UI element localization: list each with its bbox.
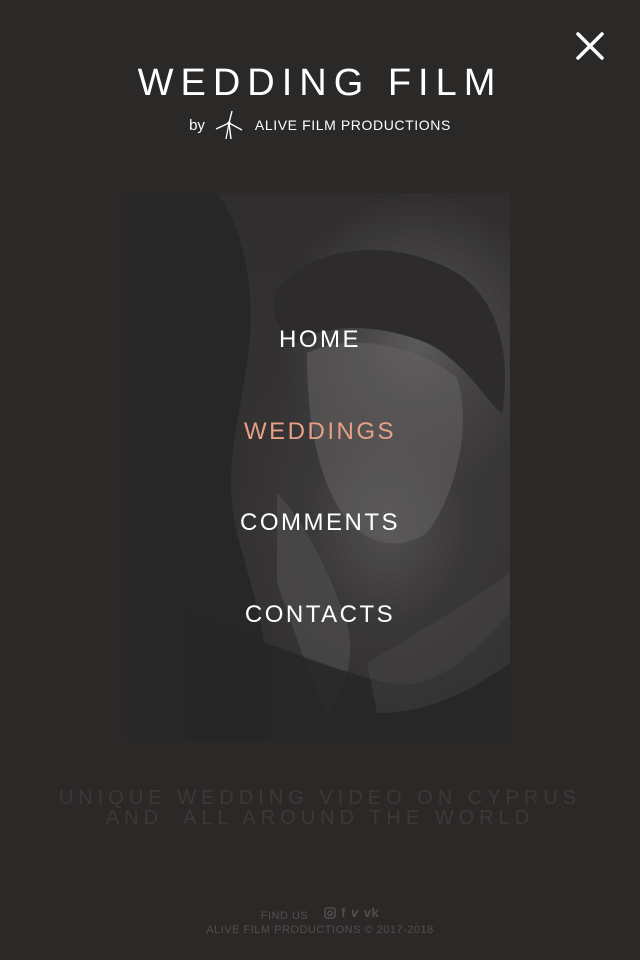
vk-icon[interactable]: vk (364, 906, 379, 920)
instagram-icon[interactable] (324, 907, 337, 919)
photo-dim-overlay (127, 193, 510, 742)
menu-item-contacts[interactable]: CONTACTS (0, 601, 640, 629)
menu-item-comments[interactable]: COMMENTS (0, 509, 640, 537)
social-links: f v vk (324, 906, 379, 920)
windmill-logo-icon (215, 110, 243, 140)
tagline: UNIQUE WEDDING VIDEO ON CYPRUS AND ALL A… (0, 788, 640, 828)
close-icon (576, 32, 604, 60)
vimeo-icon[interactable]: v (351, 906, 359, 920)
find-us-label: FIND US (260, 910, 309, 922)
tagline-line-2: AND ALL AROUND THE WORLD (105, 807, 535, 829)
site-title[interactable]: WEDDING FILM (0, 62, 640, 105)
company-name: ALIVE FILM PRODUCTIONS (254, 117, 451, 133)
close-button[interactable] (572, 28, 608, 64)
menu-item-home[interactable]: HOME (0, 326, 640, 354)
facebook-icon[interactable]: f (341, 906, 346, 920)
menu-overlay: WEDDING FILM by ALIVE FILM PRODUCTIONS H… (0, 0, 640, 960)
tagline-line-1: UNIQUE WEDDING VIDEO ON CYPRUS (58, 787, 582, 809)
menu-item-weddings[interactable]: WEDDINGS (0, 418, 640, 446)
by-label: by (189, 116, 205, 134)
couple-photo (127, 193, 510, 742)
brand-subtitle: by ALIVE FILM PRODUCTIONS (0, 110, 640, 140)
find-us-row: FIND US f v vk (0, 904, 640, 923)
copyright: ALIVE FILM PRODUCTIONS © 2017-2018 (206, 924, 434, 936)
